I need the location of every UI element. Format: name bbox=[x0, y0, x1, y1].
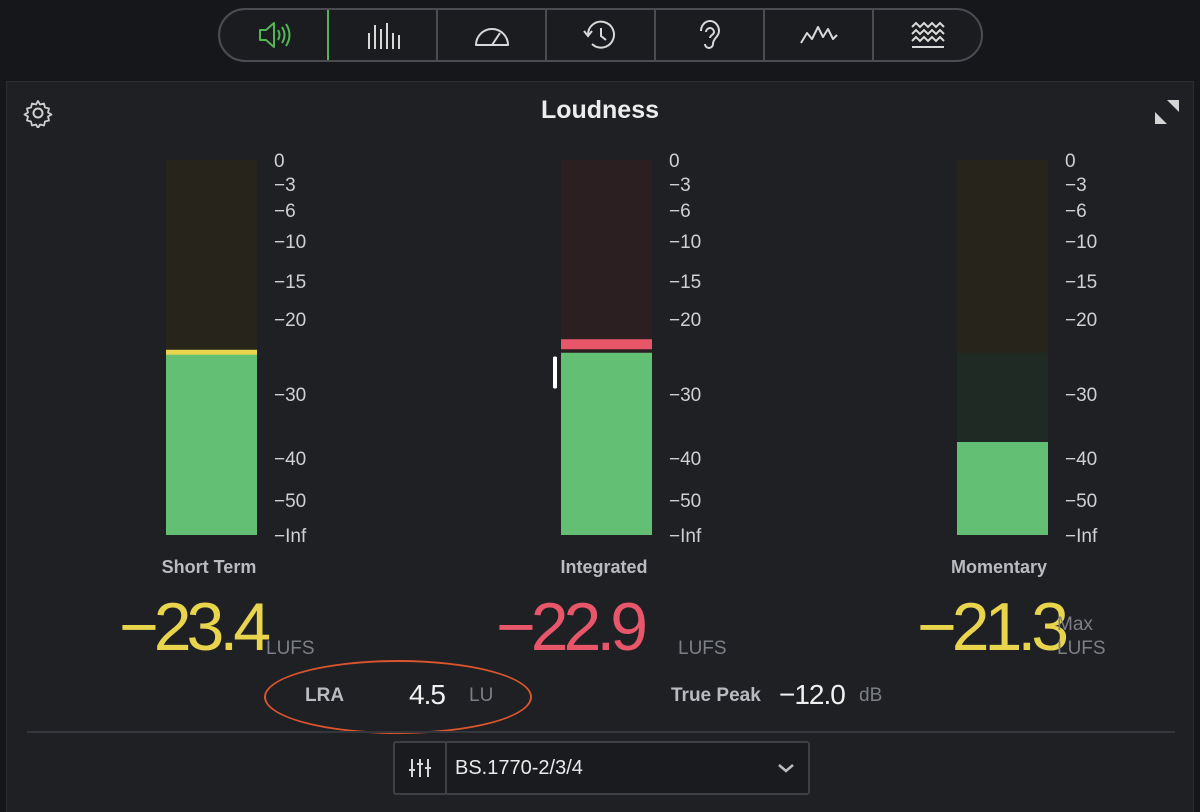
momentary-scale-label: −30 bbox=[1065, 385, 1097, 406]
view-toolbar bbox=[218, 8, 983, 62]
short-term-scale-label: −10 bbox=[274, 232, 306, 253]
meter-view-button[interactable] bbox=[438, 10, 547, 60]
meter-label-short-term: Short Term bbox=[161, 557, 257, 577]
momentary-meter-fill bbox=[957, 442, 1048, 535]
true-peak-unit: dB bbox=[859, 685, 883, 706]
integrated-scale-label: −50 bbox=[669, 491, 701, 512]
integrated-meter-marker bbox=[561, 339, 652, 350]
integrated-scale-label: −6 bbox=[669, 201, 691, 222]
meter-label-integrated: Integrated bbox=[560, 557, 648, 577]
short-term-meter-marker bbox=[166, 349, 257, 355]
spectrogram-view-button[interactable] bbox=[874, 10, 981, 60]
meters-area: 0−3−6−10−15−20−30−40−50−Inf0−3−6−10−15−2… bbox=[166, 151, 1098, 547]
waves-icon bbox=[910, 21, 945, 48]
momentary-unit-max: Max bbox=[1057, 614, 1093, 635]
loudness-view-button[interactable] bbox=[220, 10, 329, 60]
loudness-panel: Loudness 0 −3 −6 −10 −15 −20 −30 −40 −50 −Inf 0 −3−… bbox=[6, 81, 1194, 812]
integrated-target-indicator bbox=[553, 356, 557, 389]
chevron-down-icon[interactable] bbox=[764, 743, 808, 793]
short-term-scale-label: −3 bbox=[274, 175, 296, 196]
short-term-unit: LUFS bbox=[266, 638, 315, 659]
sliders-icon[interactable] bbox=[395, 743, 447, 793]
history-view-button[interactable] bbox=[547, 10, 656, 60]
momentary-scale-label: −Inf bbox=[1065, 526, 1098, 547]
momentary-scale-label: −15 bbox=[1065, 272, 1097, 293]
speaker-icon bbox=[258, 22, 290, 48]
history-icon bbox=[582, 20, 615, 49]
integrated-scale-label: −40 bbox=[669, 449, 701, 470]
integrated-scale-label: −15 bbox=[669, 272, 701, 293]
momentary-scale-label: −6 bbox=[1065, 201, 1087, 222]
momentary-value: −21.3 bbox=[917, 589, 1069, 665]
waveform-icon bbox=[799, 26, 838, 44]
hearing-view-button[interactable] bbox=[656, 10, 765, 60]
short-term-scale-label: −40 bbox=[274, 449, 306, 470]
integrated-scale-label: −3 bbox=[669, 175, 691, 196]
true-peak-label: True Peak bbox=[671, 685, 761, 706]
waveform-view-button[interactable] bbox=[765, 10, 874, 60]
momentary-unit: LUFS bbox=[1057, 638, 1106, 659]
momentary-scale-label: −10 bbox=[1065, 232, 1097, 253]
gauge-icon bbox=[474, 28, 509, 46]
momentary-scale-label: −50 bbox=[1065, 491, 1097, 512]
short-term-scale-label: −20 bbox=[274, 310, 306, 331]
short-term-scale-label: 0 bbox=[274, 151, 285, 172]
ear-icon bbox=[699, 20, 720, 49]
divider bbox=[27, 731, 1175, 733]
momentary-meter-range bbox=[957, 352, 1048, 442]
integrated-scale-label: −Inf bbox=[669, 526, 702, 547]
integrated-value: −22.9 bbox=[496, 589, 648, 665]
integrated-scale-label: −30 bbox=[669, 385, 701, 406]
short-term-scale-label: −15 bbox=[274, 272, 306, 293]
short-term-meter-fill bbox=[166, 352, 257, 535]
momentary-scale-label: −20 bbox=[1065, 310, 1097, 331]
momentary-scale-label: 0 bbox=[1065, 151, 1076, 172]
integrated-scale-label: −20 bbox=[669, 310, 701, 331]
spectrum-view-button[interactable] bbox=[329, 10, 438, 60]
lra-unit: LU bbox=[469, 685, 494, 706]
standard-select[interactable]: BS.1770-2/3/4 bbox=[393, 741, 810, 795]
integrated-meter-fill bbox=[561, 352, 652, 535]
lra-label: LRA bbox=[305, 685, 345, 706]
short-term-scale-label: −6 bbox=[274, 201, 296, 222]
short-term-scale-label: −50 bbox=[274, 491, 306, 512]
momentary-scale-label: −3 bbox=[1065, 175, 1087, 196]
lra-value: 4.5 bbox=[409, 679, 446, 710]
short-term-scale-label: −Inf bbox=[274, 526, 307, 547]
short-term-scale-label: −30 bbox=[274, 385, 306, 406]
meter-label-momentary: Momentary bbox=[950, 557, 1048, 577]
integrated-scale-label: 0 bbox=[669, 151, 680, 172]
integrated-unit: LUFS bbox=[678, 638, 727, 659]
short-term-value: −23.4 bbox=[119, 589, 271, 665]
bars-icon bbox=[367, 23, 400, 49]
momentary-scale-label: −40 bbox=[1065, 449, 1097, 470]
true-peak-value: −12.0 bbox=[779, 679, 846, 710]
integrated-scale-label: −10 bbox=[669, 232, 701, 253]
standard-select-value: BS.1770-2/3/4 bbox=[455, 756, 583, 779]
